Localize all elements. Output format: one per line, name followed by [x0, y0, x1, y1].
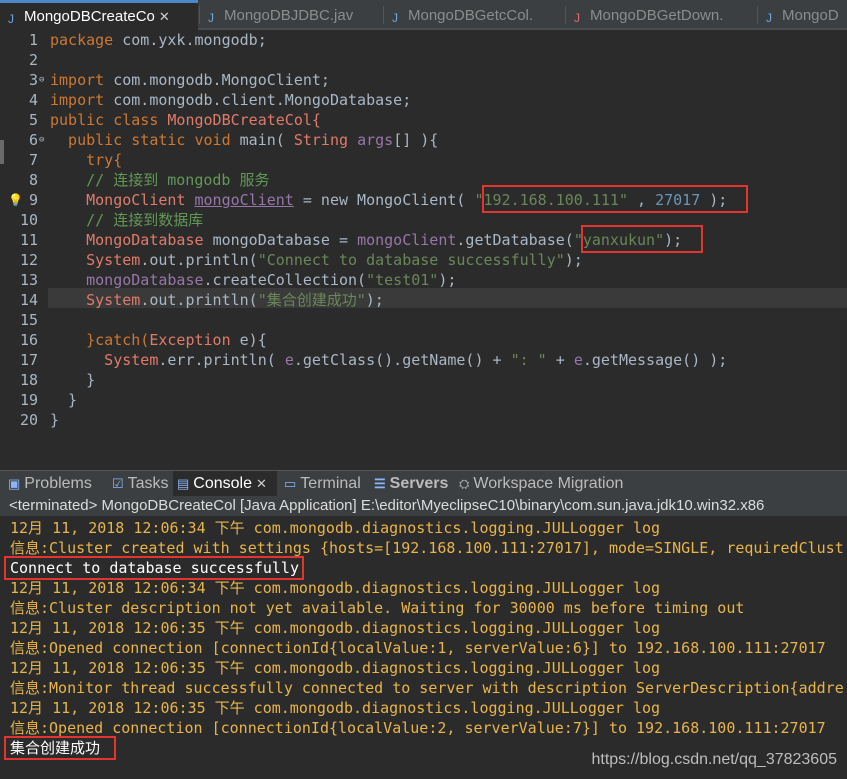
- tab-label: MongoD: [782, 7, 839, 24]
- code-line: // 连接到 mongodb 服务: [50, 171, 270, 189]
- code-line: import com.mongodb.client.MongoDatabase;: [50, 91, 412, 109]
- line-number: 12: [19, 251, 38, 269]
- code-line: public static void main( String args[] )…: [50, 131, 439, 149]
- annotation-box-database: [581, 225, 703, 253]
- code-line: try{: [50, 151, 123, 169]
- warning-bulb-icon[interactable]: 💡: [8, 190, 23, 210]
- line-number: 19: [19, 391, 38, 409]
- code-line: }catch(Exception e){: [50, 331, 267, 349]
- tab-label: MongoDBJDBC.jav: [224, 7, 354, 24]
- console-line: 信息:Cluster description not yet available…: [10, 599, 745, 617]
- tab-servers[interactable]: ☰ Servers: [374, 471, 448, 497]
- fold-toggle-icon[interactable]: ⊖: [39, 70, 44, 90]
- console-header: <terminated> MongoDBCreateCol [Java Appl…: [0, 496, 847, 516]
- line-number: 7: [28, 151, 38, 169]
- tab-mongod[interactable]: J MongoD: [758, 0, 847, 30]
- console-line: 信息:Opened connection [connectionId{local…: [10, 639, 826, 657]
- line-number: 20: [19, 411, 38, 429]
- servers-icon: ☰: [374, 476, 386, 491]
- code-line: }: [50, 411, 60, 429]
- code-line: System.out.println("Connect to database …: [50, 251, 583, 269]
- line-number: 16: [19, 331, 38, 349]
- close-icon[interactable]: ✕: [159, 9, 170, 24]
- code-editor[interactable]: 1 2 3 4 5 6 7 8 9 10 11 12 13 14 15 16 1…: [0, 30, 847, 460]
- line-number: 11: [19, 231, 38, 249]
- console-line: 12月 11, 2018 12:06:35 下午 com.mongodb.dia…: [10, 659, 661, 677]
- code-line: package com.yxk.mongodb;: [50, 31, 267, 49]
- line-number: 4: [28, 91, 38, 109]
- console-line: 信息:Opened connection [connectionId{local…: [10, 719, 826, 737]
- java-file-error-icon: J: [574, 11, 580, 25]
- line-number: 5: [28, 111, 38, 129]
- tab-console[interactable]: ▤ Console ✕: [173, 471, 277, 497]
- tab-problems[interactable]: ▣ Problems: [8, 471, 92, 497]
- watermark: https://blog.csdn.net/qq_37823605: [591, 751, 837, 768]
- console-line: 12月 11, 2018 12:06:35 下午 com.mongodb.dia…: [10, 619, 661, 637]
- annotation-box-collection: [4, 736, 116, 760]
- tab-mongodbgetdown[interactable]: J MongoDBGetDown.: [566, 0, 756, 30]
- code-line: // 连接到数据库: [50, 211, 204, 229]
- tab-label: MongoDBCreateCo: [24, 8, 155, 25]
- line-number: 14: [19, 291, 38, 309]
- close-icon[interactable]: ✕: [256, 476, 267, 491]
- line-number: 17: [19, 351, 38, 369]
- line-number: 15: [19, 311, 38, 329]
- java-file-icon: J: [392, 11, 398, 25]
- code-line: }: [50, 391, 78, 409]
- tab-workspace-migration[interactable]: ⛭ Workspace Migration: [459, 471, 623, 497]
- tasks-icon: ☑: [112, 476, 124, 491]
- tab-tasks[interactable]: ☑ Tasks: [112, 471, 169, 497]
- console-line: 12月 11, 2018 12:06:34 下午 com.mongodb.dia…: [10, 519, 661, 537]
- tab-mongodbjdbc[interactable]: J MongoDBJDBC.jav: [200, 0, 382, 30]
- code-line: public class MongoDBCreateCol{: [50, 111, 321, 129]
- line-number: 18: [19, 371, 38, 389]
- code-line: import com.mongodb.MongoClient;: [50, 71, 330, 89]
- line-number: 10: [19, 211, 38, 229]
- console-icon: ▤: [177, 476, 190, 491]
- console-line: 12月 11, 2018 12:06:34 下午 com.mongodb.dia…: [10, 579, 661, 597]
- tab-label: MongoDBGetDown.: [590, 7, 724, 24]
- console-line: 信息:Cluster created with settings {hosts=…: [10, 539, 844, 557]
- terminal-icon: ▭: [284, 476, 297, 491]
- fold-toggle-icon[interactable]: ⊖: [39, 130, 44, 150]
- line-number: 2: [28, 51, 38, 69]
- tab-mongodbcreatecol[interactable]: J MongoDBCreateCo ✕: [0, 0, 198, 30]
- java-file-icon: J: [208, 11, 214, 25]
- tab-mongodbgetccol[interactable]: J MongoDBGetcCol.: [384, 0, 564, 30]
- line-number: 1: [28, 31, 38, 49]
- annotation-box-host: [482, 185, 748, 213]
- annotation-box-connect: [4, 556, 304, 580]
- code-line: System.out.println("集合创建成功");: [50, 291, 384, 309]
- java-file-icon: J: [766, 11, 772, 25]
- console-line: 信息:Monitor thread successfully connected…: [10, 679, 844, 697]
- tab-label: MongoDBGetcCol.: [408, 7, 534, 24]
- problems-icon: ▣: [8, 476, 21, 491]
- line-number: 6: [28, 131, 38, 149]
- editor-tab-bar: J MongoDBCreateCo ✕ J MongoDBJDBC.jav J Mong…: [0, 0, 847, 30]
- code-line: System.err.println( e.getClass().getName…: [50, 351, 728, 369]
- line-number: 13: [19, 271, 38, 289]
- panel-tab-bar: ▣ Problems ☑ Tasks ▤ Console ✕ ▭ Terminal ☰ Se…: [0, 470, 847, 497]
- java-file-icon: J: [8, 12, 14, 26]
- tab-terminal[interactable]: ▭ Terminal: [284, 471, 361, 497]
- console-line: 12月 11, 2018 12:06:35 下午 com.mongodb.dia…: [10, 699, 661, 717]
- line-number: 3: [28, 71, 38, 89]
- code-line: }: [50, 371, 96, 389]
- migration-icon: ⛭: [459, 476, 470, 491]
- line-number: 8: [28, 171, 38, 189]
- code-line: mongoDatabase.createCollection("test01")…: [50, 271, 457, 289]
- console-output[interactable]: 12月 11, 2018 12:06:34 下午 com.mongodb.dia…: [0, 516, 847, 779]
